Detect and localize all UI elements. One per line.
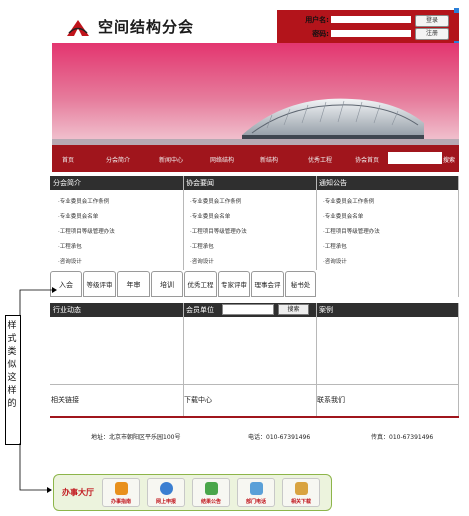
service-button-label: 网上申报 [155, 499, 176, 505]
section-header-industry: 行业动态 [50, 303, 183, 317]
service-button-label: 结果公告 [200, 499, 221, 505]
intro-list: ·专业委员会工作条例 ·专业委员会名单 ·工程项目等级管理办法 ·工程承包 ·咨… [58, 197, 115, 272]
nav-item-structure[interactable]: 新结构 [260, 155, 278, 164]
nav-search-button[interactable]: 搜索 [443, 155, 455, 164]
divider [316, 176, 317, 270]
list-item[interactable]: ·工程项目等级管理办法 [58, 227, 115, 242]
divider [458, 176, 459, 297]
guide-icon [115, 482, 128, 495]
tab-expert-review[interactable]: 专家评审 [218, 271, 250, 297]
list-item[interactable]: ·工程承包 [58, 242, 115, 257]
username-input[interactable] [331, 16, 411, 23]
nav-item-association[interactable]: 协会首页 [355, 155, 379, 164]
section-header-notice: 通知公告 [316, 176, 459, 190]
notice-list: ·专业委员会工作条例 ·专业委员会名单 ·工程项目等级管理办法 ·工程承包 ·咨… [323, 197, 380, 272]
list-item[interactable]: ·专业委员会工作条例 [190, 197, 247, 212]
footer-address: 地址：北京市朝阳区平乐园100号 [91, 434, 181, 441]
news-list: ·专业委员会工作条例 ·专业委员会名单 ·工程项目等级管理办法 ·工程承包 ·咨… [190, 197, 247, 272]
service-button-results[interactable]: 结果公告 [192, 478, 230, 507]
tab-excellent-projects[interactable]: 优秀工程 [184, 271, 217, 297]
list-item[interactable]: ·工程项目等级管理办法 [190, 227, 247, 242]
register-button[interactable]: 注册 [415, 28, 449, 40]
list-item[interactable]: ·专业委员会工作条例 [323, 197, 380, 212]
list-item[interactable]: ·咨询设计 [190, 257, 247, 272]
list-item[interactable]: ·工程承包 [323, 242, 380, 257]
service-button-online-apply[interactable]: 网上申报 [147, 478, 185, 507]
section-header-cases: 案例 [316, 303, 459, 317]
members-title: 会员单位 [186, 306, 214, 314]
banner-image [52, 43, 459, 145]
nav-search-input[interactable] [388, 152, 442, 164]
service-button-label: 办事指南 [110, 499, 131, 505]
section-header-news: 协会要闻 [183, 176, 316, 190]
tab-annual-review[interactable]: 年审 [117, 271, 150, 297]
section-header-intro: 分会简介 [50, 176, 183, 190]
service-button-label: 部门电话 [245, 499, 266, 505]
list-item[interactable]: ·专业委员会名单 [58, 212, 115, 227]
password-input[interactable] [331, 30, 411, 37]
main-nav: 首页 分会简介 新闻中心 网络结构 新结构 优秀工程 协会首页 搜索 [52, 145, 459, 172]
list-item[interactable]: ·专业委员会工作条例 [58, 197, 115, 212]
service-button-phone[interactable]: 部门电话 [237, 478, 275, 507]
member-search-input[interactable] [222, 304, 274, 315]
online-apply-icon [160, 482, 173, 495]
login-panel: 用户名: 密码: 登录 注册 [277, 8, 459, 46]
service-hall-bar: 办事大厅 办事指南 网上申报 结果公告 部门电话 相关下载 [53, 474, 332, 511]
list-item[interactable]: ·咨询设计 [323, 257, 380, 272]
nav-item-intro[interactable]: 分会简介 [106, 155, 130, 164]
divider [183, 176, 184, 270]
password-label: 密码: [312, 30, 329, 38]
bottom-rule [50, 416, 459, 418]
service-button-download[interactable]: 相关下载 [282, 478, 320, 507]
nav-item-news[interactable]: 新闻中心 [159, 155, 183, 164]
results-icon [205, 482, 218, 495]
contact-us[interactable]: 联系我们 [317, 395, 345, 405]
download-icon [295, 482, 308, 495]
divider [458, 303, 459, 418]
site-header: 空间结构分会 用户名: 密码: 登录 注册 [52, 8, 459, 46]
divider [50, 384, 459, 385]
tab-council-review[interactable]: 理事会评审 [251, 271, 284, 315]
tab-secretariat[interactable]: 秘书处 [285, 271, 316, 297]
phone-icon [250, 482, 263, 495]
service-button-label: 相关下载 [290, 499, 311, 505]
annotation-arrows [19, 287, 57, 493]
site-title: 空间结构分会 [98, 18, 195, 36]
nav-item-projects[interactable]: 优秀工程 [308, 155, 332, 164]
footer-fax: 传真：010-67391496 [371, 434, 434, 441]
footer-phone: 电话：010-67391496 [248, 434, 311, 441]
member-search-button[interactable]: 搜索 [278, 304, 309, 315]
list-item[interactable]: ·咨询设计 [58, 257, 115, 272]
tab-training[interactable]: 培训 [151, 271, 183, 297]
login-button[interactable]: 登录 [415, 15, 449, 27]
download-center[interactable]: 下载中心 [184, 395, 212, 405]
corner-marker [454, 8, 459, 13]
tab-grade-review[interactable]: 等级评审 [83, 271, 116, 297]
nav-item-home[interactable]: 首页 [62, 155, 74, 164]
username-label: 用户名: [305, 16, 329, 24]
list-item[interactable]: ·工程承包 [190, 242, 247, 257]
list-item[interactable]: ·工程项目等级管理办法 [323, 227, 380, 242]
list-item[interactable]: ·专业委员会名单 [190, 212, 247, 227]
service-hall-title: 办事大厅 [62, 488, 94, 497]
service-button-guide[interactable]: 办事指南 [102, 478, 140, 507]
logo-icon [67, 20, 89, 36]
list-item[interactable]: ·专业委员会名单 [323, 212, 380, 227]
nav-item-network[interactable]: 网络结构 [210, 155, 234, 164]
